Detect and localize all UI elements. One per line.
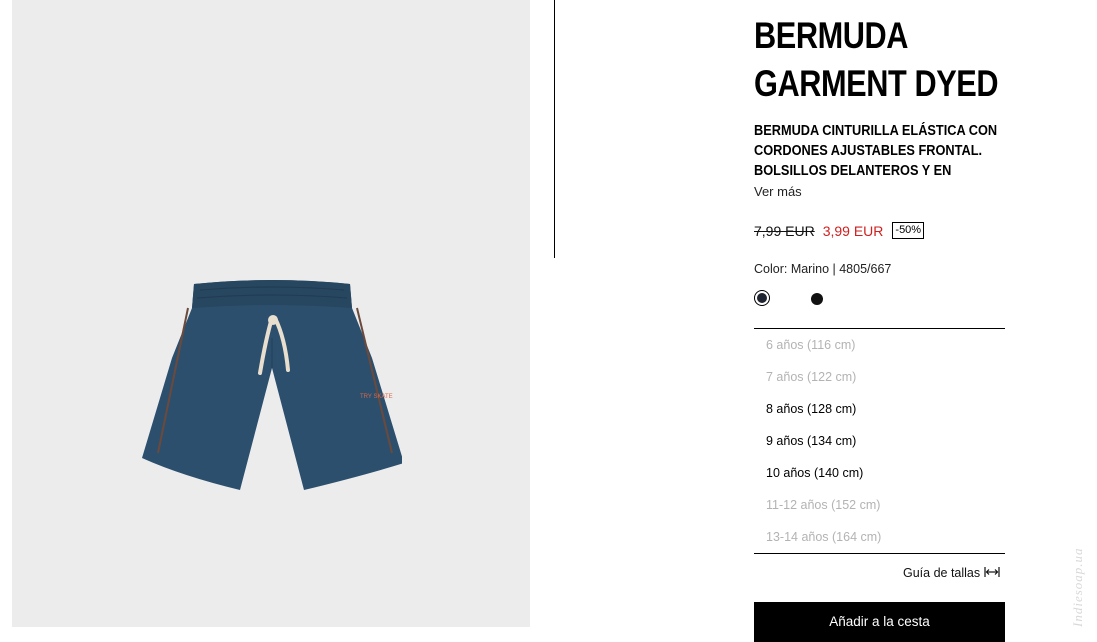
- description-line-1: BERMUDA CINTURILLA ELÁSTICA CON: [754, 123, 998, 139]
- sale-price: 3,99 EUR: [822, 222, 884, 239]
- product-image-shorts: TRY SKATE: [142, 278, 404, 503]
- size-option-13-14[interactable]: 13-14 años (164 cm): [754, 521, 1005, 553]
- size-option-7[interactable]: 7 años (122 cm): [754, 361, 1005, 393]
- vertical-divider: [554, 0, 555, 258]
- color-swatch-marino-fill: [757, 293, 767, 303]
- color-info: Color: Marino | 4805/667: [754, 262, 892, 276]
- watermark: Indiesoap.ua: [1070, 547, 1085, 627]
- description-line-3: BOLSILLOS DELANTEROS Y EN: [754, 163, 952, 179]
- product-description: BERMUDA CINTURILLA ELÁSTICA CON CORDONES…: [754, 121, 1018, 181]
- size-option-11-12[interactable]: 11-12 años (152 cm): [754, 489, 1005, 521]
- see-more-link[interactable]: Ver más: [754, 184, 802, 199]
- size-option-6[interactable]: 6 años (116 cm): [754, 329, 1005, 361]
- color-swatch-marino[interactable]: [754, 290, 770, 306]
- description-line-2: CORDONES AJUSTABLES FRONTAL.: [754, 143, 983, 159]
- size-option-8[interactable]: 8 años (128 cm): [754, 393, 1005, 425]
- garment-print: TRY SKATE: [360, 394, 393, 400]
- product-image-panel[interactable]: TRY SKATE: [12, 0, 530, 627]
- color-swatch-negro[interactable]: [811, 293, 823, 305]
- size-list: 6 años (116 cm) 7 años (122 cm) 8 años (…: [754, 328, 1005, 554]
- price-row: 7,99 EUR 3,99 EUR -50%: [754, 222, 925, 239]
- ruler-arrows-icon: [980, 566, 1000, 580]
- add-to-cart-button[interactable]: Añadir a la cesta: [754, 602, 1005, 642]
- size-guide-label: Guía de tallas: [903, 566, 981, 580]
- old-price: 7,99 EUR: [754, 222, 815, 239]
- product-title: BERMUDA GARMENT DYED: [754, 12, 1003, 108]
- size-option-10[interactable]: 10 años (140 cm): [754, 457, 1005, 489]
- size-guide-link[interactable]: Guía de tallas: [903, 566, 1000, 580]
- title-line-2: GARMENT DYED: [754, 63, 999, 104]
- discount-badge: -50%: [892, 222, 925, 239]
- size-option-9[interactable]: 9 años (134 cm): [754, 425, 1005, 457]
- title-line-1: BERMUDA: [754, 15, 909, 56]
